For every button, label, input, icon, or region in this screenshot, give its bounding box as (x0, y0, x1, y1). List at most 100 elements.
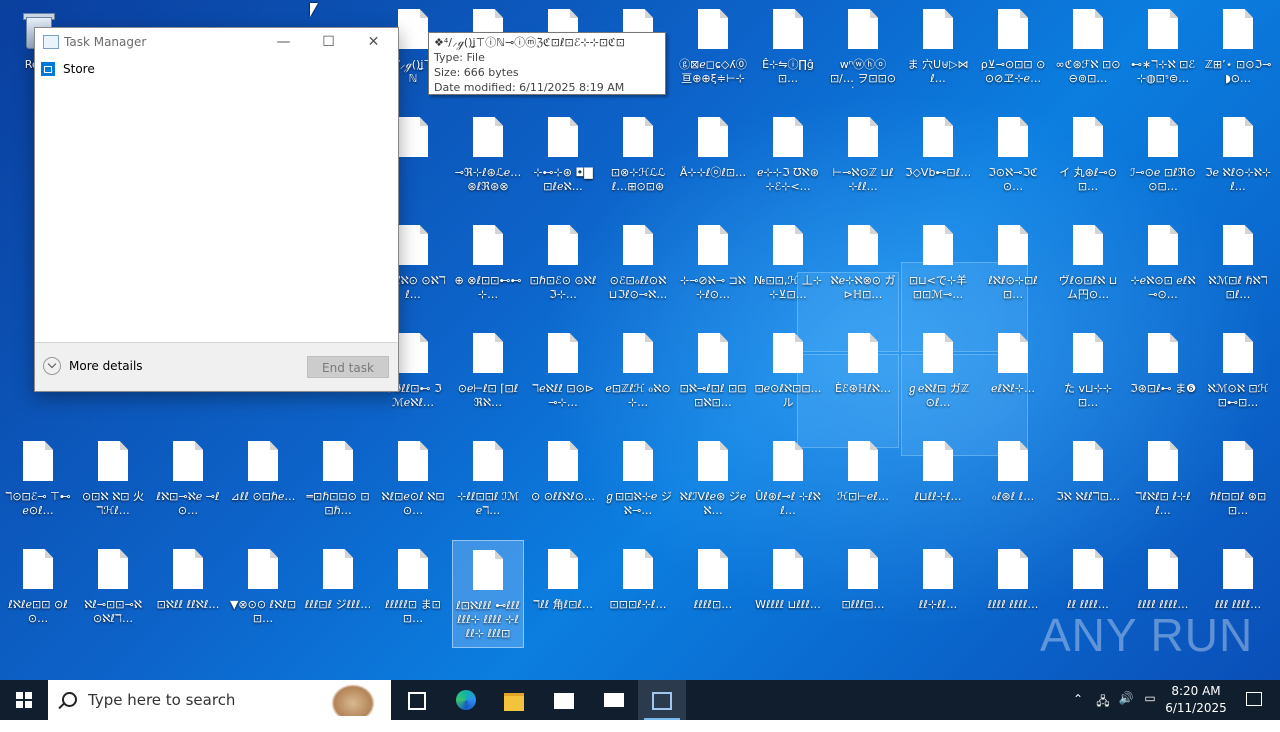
desktop-file-icon[interactable]: ℵℳ⊡ℓ ℏℵℸ⊡ℓ… (1202, 216, 1274, 324)
desktop-file-icon[interactable]: ⊡ℓℓℓ⊡… (827, 540, 899, 648)
desktop-file-icon[interactable]: ℓℵ⊡⊸ℵℯ ⊸ℓ⊙… (152, 432, 224, 540)
desktop-file-icon[interactable]: ⊿ℓℓ ⊙⊡ℏℯ… (227, 432, 299, 540)
desktop-file-icon[interactable]: ⊹ℯℵ⊙⊡ ℯℓℵ⊸⊙… (1127, 216, 1199, 324)
desktop-file-icon[interactable]: ℵℓ⊸⊡⊡⊸ℵ ⊙ℵℓℸ… (77, 540, 149, 648)
desktop-file-icon[interactable]: ℓℓℓℓℓ⊡ ま⊡⊡… (377, 540, 449, 648)
edge-button[interactable] (442, 680, 490, 720)
desktop-file-icon[interactable]: ℓℓℓℓ ℓℓℓℓ… (977, 540, 1049, 648)
show-hidden-icons-button[interactable]: ⌃ (1070, 692, 1086, 732)
desktop-file-icon[interactable]: ℑ◇Ⅴb⊷⊡ℓ… (902, 108, 974, 216)
desktop-file-icon[interactable]: ⊙ℯ⊢ℓ⊡ ⌈⊡ℓℜℵ… (452, 324, 524, 432)
file-icon (998, 441, 1028, 481)
desktop-file-icon[interactable]: ℯ⊹⊹ℑ ℧ℵ⊛⊹ℰ⊹<… (752, 108, 824, 216)
desktop-file-icon[interactable]: ℑ⊛⊡ℓ⊷ ま❻ (1127, 324, 1199, 432)
desktop-file-icon[interactable]: ℯℓℵℓ⊹… (977, 324, 1049, 432)
desktop-file-icon[interactable]: ℵℓ⊡ℯ⊙ℓ ℵ⊡⊙… (377, 432, 449, 540)
desktop-file-icon[interactable]: ⊙⊡ℵ ℵ⊡ 火 ℸℋℓ… (77, 432, 149, 540)
desktop-file-icon[interactable]: ℵℓℐⅤℓℯ⊛ ジℯℵ… (677, 432, 749, 540)
file-explorer-button[interactable] (490, 680, 538, 720)
desktop-file-icon[interactable]: ℸℓℓ 角ℓ⊡ℓ… (527, 540, 599, 648)
desktop-file-icon[interactable]: ⊡⊗⊹ℋℒℒℓ…⊞⊙⊡⊛◬… (602, 108, 674, 216)
desktop-file-icon[interactable]: ⊸ℜ⊹ℓ⊛ℒℯ…⊛ℓℜ⊛⊗ (452, 108, 524, 216)
desktop-file-icon[interactable]: ρ⊻⊸⊙⊡⊡ ⊙⊙⊘ヱ⊹ℯ… (977, 0, 1049, 108)
volume-icon[interactable]: 🔊 (1117, 691, 1135, 731)
task-manager-taskbar-button[interactable] (638, 680, 686, 720)
desktop-file-icon[interactable]: ⊡⊡⊡ℓ⊹ℓ… (602, 540, 674, 648)
desktop-file-icon[interactable]: ℓℵℓℯ⊡⊡ ⊙ℓ⊙… (2, 540, 74, 648)
notification-center-button[interactable] (1234, 680, 1274, 720)
start-button[interactable] (0, 680, 48, 720)
mail-button[interactable] (590, 680, 638, 720)
task-manager-window[interactable]: Task Manager — ☐ ✕ Store More details En… (34, 27, 399, 392)
file-icon (173, 549, 203, 589)
desktop-file-icon[interactable]: ま 穴U⊎▷⋈ℓ… (902, 0, 974, 108)
app-list-item-label: Store (63, 62, 95, 76)
desktop-file-icon[interactable]: ヴℓ⊙⊡ℓℵ ⊔ム円⊙… (1052, 216, 1124, 324)
desktop-file-label: ⊷∗ℸ⊹ℵ ⊡ℰ⊹◍⊡ˢ⊜… (1130, 58, 1196, 85)
desktop-file-icon[interactable]: ℊℯℵℓ⊡ ガℤ⊙ℓ… (902, 324, 974, 432)
desktop-file-icon[interactable]: Ê⊹⇋ⓘ∏ĝ⊡… (752, 0, 824, 108)
desktop-file-icon[interactable]: ℏℓ⊡⊡ℓ ⊛⊡⊡… (1202, 432, 1274, 540)
desktop[interactable]: Recy ❖⁴/⸝ℊ()ʝ⊤ⓘℕⓖ⊠ℯ◻ɕ◇ʎ⓪ 亘⊕⊕ξ≑⊢⊹ዮ…Ê⊹⇋ⓘ∏ĝ… (0, 0, 1280, 680)
desktop-file-icon[interactable]: Èℰ⊛ℍℓℵ… (827, 324, 899, 432)
taskbar-search-box[interactable]: Type here to search (48, 680, 391, 720)
desktop-file-icon[interactable]: wⁿⓦⓗⓞ⊡/… ヲ⊡⊡⊙言⊙… (827, 0, 899, 108)
desktop-file-icon[interactable]: ℓ⊔ℓℓ⊹ℓ… (902, 432, 974, 540)
desktop-file-icon[interactable]: ℓ⊡ℵℓℓℓ ⊷ℓℓℓ ℓℓℓ⊹ ℓℓℓℓ ⊹ℓℓℓ⊹ ℓℓℓ⊡ (452, 540, 524, 648)
battery-icon[interactable]: ▭ (1141, 691, 1159, 731)
close-button[interactable]: ✕ (351, 28, 396, 56)
desktop-file-icon[interactable]: Wℓℓℓℓ ⊔ℓℓℓ… (752, 540, 824, 648)
desktop-file-icon[interactable]: ℸℯℵℓℓ ⊡⊙⊳⊸⊹… (527, 324, 599, 432)
desktop-file-icon[interactable]: ⊡ℯ⊙ℓℵ⊡⊡… ル (752, 324, 824, 432)
desktop-file-icon[interactable]: ∞ℭ⊛ℱℵ ⊡⊙⊖⊚⊡… (1052, 0, 1124, 108)
desktop-file-icon[interactable]: Ä⊹⊹ℓⓞℓ⊡… (677, 108, 749, 216)
file-icon (923, 225, 953, 265)
desktop-file-icon[interactable]: ℑ⊙ℵ⊸ℑℭ⊙… (977, 108, 1049, 216)
desktop-file-icon[interactable]: ⊙ ⊙ℓℓℵℓ⊙… (527, 432, 599, 540)
desktop-file-icon[interactable]: ℋ⊡⊢ℯℓ… (827, 432, 899, 540)
desktop-file-icon[interactable]: ℯ⊡ℤℓℋ ℴℵ⊙⊹… (602, 324, 674, 432)
desktop-file-icon[interactable]: ⊡ℵℓℓ ℓℓℵℓ… (152, 540, 224, 648)
desktop-file-icon[interactable]: ℵℳ⊙ℵ ⊡ℋ⊡⊷⊡… (1202, 324, 1274, 432)
end-task-button[interactable]: End task (307, 356, 389, 378)
minimize-button[interactable]: — (261, 28, 306, 56)
desktop-file-icon[interactable]: ⊕ ⊗ℓ⊡⊡⊷⊷⊹… (452, 216, 524, 324)
desktop-file-icon[interactable]: ℐ⊸⊙ℯ ⊡ℓℜ⊙⊙⊡… (1127, 108, 1199, 216)
desktop-file-icon[interactable]: ℤ⊞ʼ⋆ ⊡⊙ℑ⊸◗⊙… (1202, 0, 1274, 108)
desktop-file-icon[interactable]: ℸ⊙⊡ℰ⊸ ⊤⊷ℯ⊙ℓ… (2, 432, 74, 540)
app-list-item-store[interactable]: Store (41, 62, 95, 82)
desktop-file-icon[interactable]: ℓℓℓℓ⊡… (677, 540, 749, 648)
desktop-file-icon[interactable]: イ 丸⊛ℓ⊸⊙⊡… (1052, 108, 1124, 216)
taskbar-clock[interactable]: 8:20 AM 6/11/2025 (1162, 683, 1230, 723)
desktop-file-icon[interactable]: ⓖ⊠ℯ◻ɕ◇ʎ⓪ 亘⊕⊕ξ≑⊢⊹ዮ… (677, 0, 749, 108)
desktop-file-icon[interactable]: ⊹⊸⊘ℵ⊸ ⊐ℵ⊹ℓ⊙… (677, 216, 749, 324)
desktop-file-icon[interactable]: ⊡⊔<で⊹羊 ⊡⊡ℳ⊸… (902, 216, 974, 324)
desktop-file-icon[interactable]: ⊡ℵ⊸ℓ⊡ℓ ⊡⊡⊡ℵ⊡… (677, 324, 749, 432)
desktop-file-icon[interactable]: ℊ⊡⊡ℵ⊹ℯ ジℵ⊸… (602, 432, 674, 540)
network-icon[interactable]: 🖧 (1094, 692, 1112, 732)
desktop-file-icon[interactable]: ⊢⊸ℵ⊙ℤ ⊔ℓ⊹ℓℓ… (827, 108, 899, 216)
desktop-file-icon[interactable]: ⊙ℰ⊡ℴℓℓ⊙ℵ ⊔ℑℓ⊙⊸ℵ… (602, 216, 674, 324)
task-view-button[interactable] (392, 680, 440, 720)
desktop-file-icon[interactable]: ℓℵℓ⊙⊹⊡ℓ⊡… (977, 216, 1049, 324)
desktop-file-icon[interactable]: ═⊡ℏ⊡⊡⊙ ⊡⊡ℏ… (302, 432, 374, 540)
more-details-button[interactable]: More details (43, 357, 143, 375)
desktop-file-icon[interactable]: ℓℓℓ⊡ℓ ジℓℓℓ… (302, 540, 374, 648)
task-manager-titlebar[interactable]: Task Manager — ☐ ✕ (35, 28, 398, 56)
desktop-file-icon[interactable]: ℑℵ ℵℓℓℸ⊡… (1052, 432, 1124, 540)
desktop-file-icon[interactable]: ⊷∗ℸ⊹ℵ ⊡ℰ⊹◍⊡ˢ⊜… (1127, 0, 1199, 108)
desktop-file-icon[interactable]: た ⅴ⊔⊹⊹⊡… (1052, 324, 1124, 432)
desktop-file-icon[interactable]: №⊡⊡,ℋ 丄⊹⊹⊻⊡… (752, 216, 824, 324)
desktop-file-icon[interactable]: ℑℯ ℵℓ⊙⊹ℵ⊹ℓ… (1202, 108, 1274, 216)
desktop-file-icon[interactable]: ⊹ℓℓ⊡⊡ℓ ℐℳℯℸ… (452, 432, 524, 540)
desktop-file-icon[interactable]: ▼⊗⊙⊙ ℓℵℓ⊡⊡… (227, 540, 299, 648)
desktop-file-icon[interactable]: ⊹⊷⊹⊛ ◘▇⊡ℓℯℵ… (527, 108, 599, 216)
desktop-file-icon[interactable]: ⊡ℏ⊡ℰ⊙ ⊙ℵℓℑ⊹… (527, 216, 599, 324)
desktop-file-icon[interactable]: ℸℓℵℓ⊡ ℓ⊹ℓℓ… (1127, 432, 1199, 540)
desktop-file-icon[interactable]: ℓℓ⊹ℓℓ… (902, 540, 974, 648)
maximize-button[interactable]: ☐ (306, 28, 351, 56)
desktop-file-icon[interactable]: ℴℓ⊛ℓ ℓ… (977, 432, 1049, 540)
desktop-file-icon[interactable]: ℵℯ⊹ℵ⊗⊙ ガ⊳ℍ⊡… (827, 216, 899, 324)
desktop-file-icon[interactable]: Ûℓ⊛ℓ⊸ℓ ⊹ℓℵℓ… (752, 432, 824, 540)
store-button[interactable] (540, 680, 588, 720)
